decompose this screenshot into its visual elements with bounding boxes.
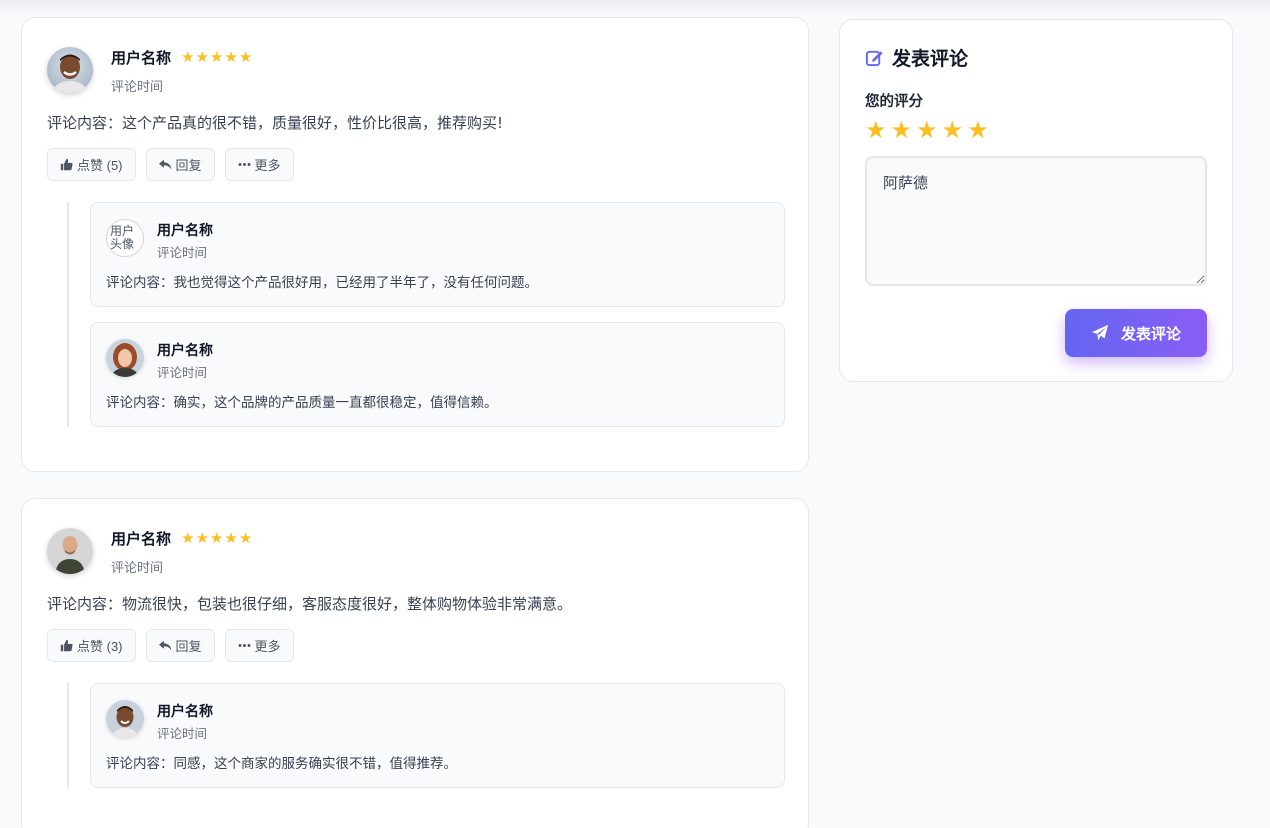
- star-icon[interactable]: ★: [916, 117, 938, 143]
- ellipsis-icon: [238, 163, 250, 166]
- submit-comment-button[interactable]: 发表评论: [1065, 309, 1207, 357]
- form-title-text: 发表评论: [892, 47, 969, 70]
- reply-content: 评论内容：我也觉得这个产品很好用，已经用了半年了，没有任何问题。: [106, 275, 538, 291]
- comment-card: 用户名称 ★ ★ ★ ★ ★ 评论时间 评论内容：这个产品真的很不错，质量很好，…: [21, 17, 809, 472]
- reply-item: 用户头像 用户名称 评论时间 评论内容：我也觉得这个产品很好用，已经用了半年了，…: [90, 202, 785, 307]
- thumbs-up-icon: [60, 158, 73, 171]
- user-name: 用户名称: [111, 529, 172, 548]
- comment-card: 用户名称 ★ ★ ★ ★ ★ 评论时间 评论内容：物流很快，包装也很仔细，客服态…: [21, 498, 809, 828]
- reply-user-name: 用户名称: [157, 223, 213, 239]
- comment-time: 评论时间: [111, 80, 164, 95]
- reply-label: 回复: [175, 158, 202, 173]
- like-label: 点赞 (5): [77, 158, 123, 173]
- more-label: 更多: [254, 639, 281, 654]
- comment-actions: 点赞 (5) 回复 更多: [47, 148, 783, 182]
- comment-header: 用户名称 ★ ★ ★ ★ ★ 评论时间: [47, 44, 783, 116]
- user-name: 用户名称: [111, 48, 172, 67]
- comment-header: 用户名称 ★ ★ ★ ★ ★ 评论时间: [47, 525, 783, 597]
- avatar-alt-text: 用户头像: [110, 224, 135, 251]
- like-button[interactable]: 点赞 (5): [47, 148, 136, 181]
- reply-item: 用户名称 评论时间 评论内容：同感，这个商家的服务确实很不错，值得推荐。: [90, 683, 785, 788]
- more-label: 更多: [254, 158, 281, 173]
- submit-label: 发表评论: [1120, 324, 1181, 343]
- reply-list: 用户名称 评论时间 评论内容：同感，这个商家的服务确实很不错，值得推荐。: [67, 683, 785, 788]
- reply-button[interactable]: 回复: [145, 629, 215, 662]
- reply-user-name: 用户名称: [157, 343, 213, 359]
- reply-content: 评论内容：同感，这个商家的服务确实很不错，值得推荐。: [106, 756, 457, 772]
- star-icon: ★: [181, 47, 195, 66]
- star-icon[interactable]: ★: [865, 117, 887, 143]
- rating-input: ★ ★ ★ ★ ★: [865, 117, 1207, 143]
- comment-time: 评论时间: [111, 561, 164, 576]
- edit-icon: [865, 50, 883, 66]
- comment-form-panel: 发表评论 您的评分 ★ ★ ★ ★ ★ 发表评论: [839, 19, 1233, 382]
- reply-time: 评论时间: [157, 365, 208, 380]
- star-icon: ★: [195, 528, 209, 547]
- broken-avatar: 用户头像: [106, 219, 144, 257]
- more-button[interactable]: 更多: [224, 629, 294, 662]
- more-button[interactable]: 更多: [224, 148, 294, 181]
- comment-textarea[interactable]: [865, 156, 1207, 286]
- comment-content: 评论内容：物流很快，包装也很仔细，客服态度很好，整体购物体验非常满意。: [47, 595, 573, 613]
- reply-user-name: 用户名称: [157, 704, 213, 720]
- star-icon: ★: [238, 528, 253, 547]
- paper-plane-icon: [1091, 324, 1109, 341]
- rating-stars: ★ ★ ★ ★ ★: [181, 47, 253, 66]
- reply-icon: [158, 159, 171, 170]
- form-title: 发表评论: [865, 44, 1207, 70]
- star-icon: ★: [209, 47, 224, 66]
- star-icon[interactable]: ★: [942, 117, 964, 143]
- thumbs-up-icon: [60, 639, 73, 652]
- reply-button[interactable]: 回复: [145, 148, 215, 181]
- reply-time: 评论时间: [157, 245, 208, 260]
- star-icon: ★: [224, 528, 238, 547]
- avatar: [47, 528, 93, 574]
- rating-label: 您的评分: [865, 94, 923, 110]
- reply-list: 用户头像 用户名称 评论时间 评论内容：我也觉得这个产品很好用，已经用了半年了，…: [67, 202, 785, 427]
- star-icon[interactable]: ★: [967, 117, 989, 143]
- star-icon: ★: [195, 47, 209, 66]
- top-shadow: [0, 0, 1270, 14]
- like-label: 点赞 (3): [77, 639, 123, 654]
- reply-icon: [158, 640, 171, 651]
- rating-stars: ★ ★ ★ ★ ★: [181, 528, 253, 547]
- avatar: [106, 339, 144, 377]
- avatar: [106, 700, 144, 738]
- comment-actions: 点赞 (3) 回复 更多: [47, 629, 783, 663]
- reply-label: 回复: [175, 639, 202, 654]
- avatar: [47, 47, 93, 93]
- reply-item: 用户名称 评论时间 评论内容：确实，这个品牌的产品质量一直都很稳定，值得信赖。: [90, 322, 785, 427]
- comment-content: 评论内容：这个产品真的很不错，质量很好，性价比很高，推荐购买!: [47, 114, 504, 132]
- reply-content: 评论内容：确实，这个品牌的产品质量一直都很稳定，值得信赖。: [106, 395, 498, 411]
- star-icon: ★: [181, 528, 195, 547]
- ellipsis-icon: [238, 644, 250, 647]
- star-icon[interactable]: ★: [891, 117, 913, 143]
- like-button[interactable]: 点赞 (3): [47, 629, 136, 662]
- reply-time: 评论时间: [157, 726, 208, 741]
- star-icon: ★: [238, 47, 253, 66]
- star-icon: ★: [209, 528, 224, 547]
- star-icon: ★: [224, 47, 238, 66]
